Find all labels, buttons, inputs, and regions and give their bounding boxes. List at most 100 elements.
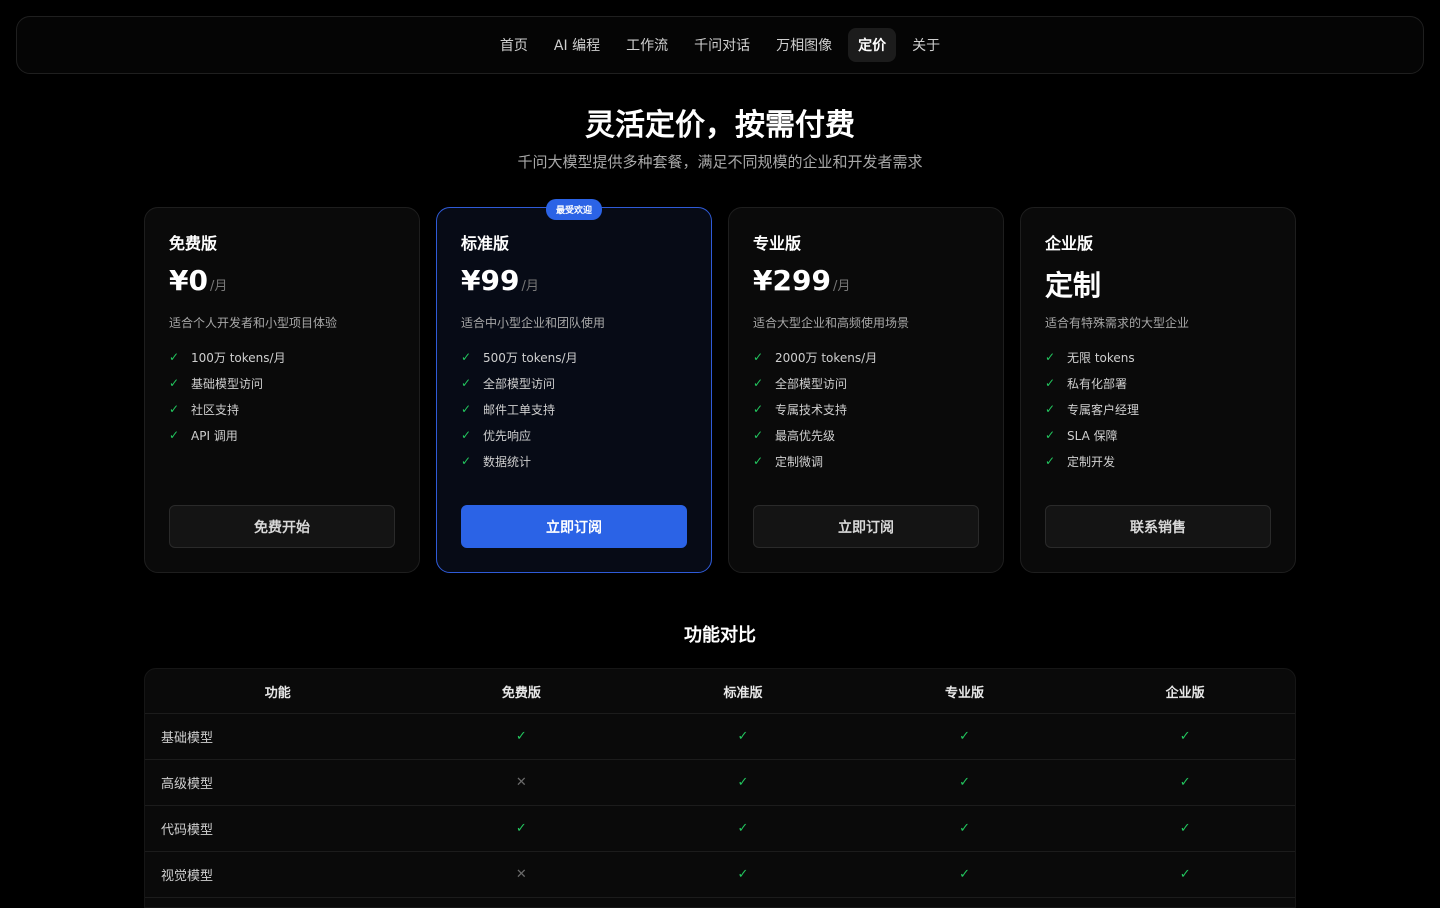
nav-item-1[interactable]: AI 编程 [544,28,610,62]
feature-item: ✓ SLA 保障 [1045,422,1271,448]
page-subtitle: 千问大模型提供多种套餐，满足不同规模的企业和开发者需求 [517,153,923,171]
check-icon: ✓ [1179,775,1191,790]
check-icon: ✓ [1179,729,1191,744]
feature-label: 基础模型访问 [191,376,264,391]
check-icon: ✓ [753,428,764,442]
price-unit: /月 [521,279,539,294]
check-icon: ✓ [959,821,971,836]
check-icon: ✓ [737,775,749,790]
check-icon: ✓ [1045,402,1056,416]
check-icon: ✓ [461,350,472,364]
plan-name: 标准版 [461,234,510,253]
feature-item: ✓ 100万 tokens/月 [169,344,395,370]
feature-label: 社区支持 [191,402,240,417]
feature-item: ✓ 专属技术支持 [753,396,979,422]
cross-icon: ✕ [515,867,527,882]
feature-item: ✓ 数据统计 [461,448,687,474]
check-icon: ✓ [753,376,764,390]
plan-cta-button[interactable]: 立即订阅 [461,505,687,548]
feature-label: 数据统计 [483,454,532,469]
feature-list: ✓ 2000万 tokens/月 ✓ 全部模型访问 ✓ 专属技术支持 ✓ 最高优… [753,344,979,474]
table-header-cell: 专业版 [945,685,985,701]
table-header-cell: 免费版 [501,685,541,701]
feature-label: 私有化部署 [1067,376,1128,391]
feature-label: 优先响应 [483,428,532,443]
check-icon: ✓ [169,376,180,390]
feature-item: ✓ 社区支持 [169,396,395,422]
feature-item: ✓ 无限 tokens [1045,344,1271,370]
feature-item: ✓ 全部模型访问 [461,370,687,396]
feature-name: 基础模型 [161,731,214,746]
feature-label: 100万 tokens/月 [191,350,286,365]
feature-label: 500万 tokens/月 [483,350,578,365]
check-icon: ✓ [959,867,971,882]
feature-item: ✓ 全部模型访问 [753,370,979,396]
feature-label: API 调用 [191,428,238,443]
table-header-cell: 功能 [264,685,291,701]
check-icon: ✓ [515,821,527,836]
plan-card: 企业版 定制 适合有特殊需求的大型企业 ✓ 无限 tokens ✓ 私有化部署 … [1020,207,1296,573]
feature-label: 全部模型访问 [775,376,848,391]
check-icon: ✓ [461,454,472,468]
plan-name: 专业版 [753,234,802,253]
feature-label: 无限 tokens [1067,350,1135,365]
feature-label: 定制微调 [775,454,824,469]
pricing-plans: 免费版 ¥0 /月 适合个人开发者和小型项目体验 ✓ 100万 tokens/月… [144,199,1296,573]
feature-name: 视觉模型 [161,869,214,884]
feature-name: 高级模型 [161,777,214,792]
table-row: 基础模型 ✓ ✓ ✓ ✓ [145,714,1295,760]
check-icon: ✓ [959,775,971,790]
nav-item-4[interactable]: 万相图像 [766,28,842,62]
feature-item: ✓ 2000万 tokens/月 [753,344,979,370]
plan-description: 适合有特殊需求的大型企业 [1045,316,1190,330]
table-row: 代码模型 ✓ ✓ ✓ ✓ [145,806,1295,852]
comparison-title: 功能对比 [684,625,756,646]
check-icon: ✓ [959,729,971,744]
feature-list: ✓ 100万 tokens/月 ✓ 基础模型访问 ✓ 社区支持 ✓ API 调用 [169,344,395,448]
feature-item: ✓ 定制微调 [753,448,979,474]
nav-item-0[interactable]: 首页 [490,28,538,62]
feature-item: ✓ 最高优先级 [753,422,979,448]
plan-card: 专业版 ¥299 /月 适合大型企业和高频使用场景 ✓ 2000万 tokens… [728,207,1004,573]
feature-label: 专属客户经理 [1067,402,1140,417]
check-icon: ✓ [461,428,472,442]
feature-item: ✓ 优先响应 [461,422,687,448]
plan-description: 适合个人开发者和小型项目体验 [169,316,338,330]
plan-description: 适合大型企业和高频使用场景 [753,316,910,330]
feature-label: 邮件工单支持 [483,402,556,417]
plan-name: 企业版 [1045,234,1094,253]
check-icon: ✓ [753,454,764,468]
check-icon: ✓ [753,350,764,364]
popular-badge: 最受欢迎 [545,199,603,220]
plan-cta-button[interactable]: 联系销售 [1045,505,1271,548]
price-value: 定制 [1045,269,1102,302]
nav-item-5[interactable]: 定价 [848,28,897,62]
check-icon: ✓ [737,821,749,836]
check-icon: ✓ [1045,428,1056,442]
plan-cta-button[interactable]: 免费开始 [169,505,395,548]
check-icon: ✓ [737,729,749,744]
check-icon: ✓ [1045,376,1056,390]
nav-item-2[interactable]: 工作流 [616,28,678,62]
price-unit: /月 [209,279,228,294]
page-title: 灵活定价，按需付费 [585,108,855,143]
feature-label: 全部模型访问 [483,376,556,391]
plan-price: ¥99 /月 [461,264,687,300]
plan-price: ¥299 /月 [753,264,979,300]
cross-icon: ✕ [515,775,527,790]
table-header-row: 功能 免费版 标准版 专业版 企业版 [145,669,1295,714]
nav-item-3[interactable]: 千问对话 [684,28,760,62]
table-header-cell: 企业版 [1165,685,1205,701]
feature-item: ✓ 基础模型访问 [169,370,395,396]
plan-card: 最受欢迎标准版 ¥99 /月 适合中小型企业和团队使用 ✓ 500万 token… [436,199,712,573]
nav-item-6[interactable]: 关于 [902,28,950,62]
plan-description: 适合中小型企业和团队使用 [461,316,606,330]
feature-item: ✓ 500万 tokens/月 [461,344,687,370]
feature-list: ✓ 500万 tokens/月 ✓ 全部模型访问 ✓ 邮件工单支持 ✓ 优先响应 [461,344,687,474]
feature-item: ✓ 专属客户经理 [1045,396,1271,422]
check-icon: ✓ [515,729,527,744]
plan-cta-button[interactable]: 立即订阅 [753,505,979,548]
feature-item: ✓ 邮件工单支持 [461,396,687,422]
check-icon: ✓ [737,867,749,882]
feature-item: ✓ 定制开发 [1045,448,1271,474]
